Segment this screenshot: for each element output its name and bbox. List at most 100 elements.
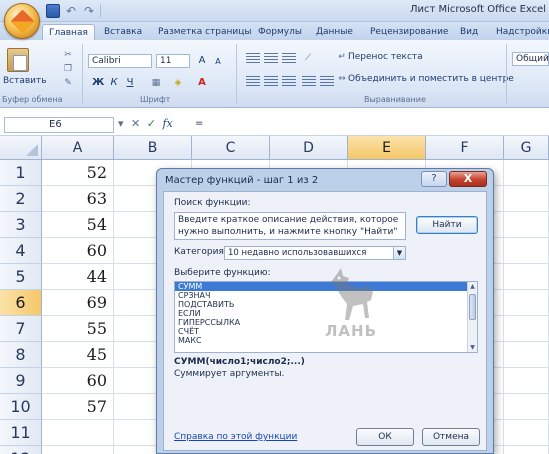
increase-indent-icon[interactable] [320,76,334,88]
merge-icon[interactable]: ⇔ [336,74,348,84]
scroll-down-icon[interactable]: ▼ [468,343,477,352]
font-color-button[interactable]: A [196,76,208,90]
row-header[interactable]: 9 [0,368,42,394]
save-icon[interactable] [46,4,60,18]
row-header[interactable]: 1 [0,160,42,186]
tab-review[interactable]: Рецензирование [364,24,454,40]
grow-font-button[interactable]: A [196,54,208,68]
paste-icon[interactable] [7,48,29,72]
align-left-icon[interactable] [246,76,260,88]
list-scrollbar[interactable]: ▲ ▼ [467,282,477,352]
cell-a[interactable]: 63 [42,186,114,212]
column-header-g[interactable]: G [504,136,549,160]
row-header[interactable]: 8 [0,342,42,368]
expand-icon[interactable]: ▾ [118,117,124,130]
wrap-text-button[interactable]: Перенос текста [348,52,423,62]
select-all-button[interactable] [0,136,42,160]
find-button[interactable]: Найти [416,216,478,234]
cell-a[interactable]: 69 [42,290,114,316]
category-select[interactable]: 10 недавно использовавшихся ▼ [224,246,406,260]
align-bottom-icon[interactable] [282,53,296,65]
align-right-icon[interactable] [282,76,296,88]
column-header-e[interactable]: E [348,136,426,160]
align-top-icon[interactable] [246,53,260,65]
row-header[interactable]: 3 [0,212,42,238]
ok-button[interactable]: ОК [356,428,414,446]
undo-icon[interactable]: ↶ [64,4,78,18]
function-help-link[interactable]: Справка по этой функции [174,432,297,442]
column-header-d[interactable]: D [270,136,348,160]
cell-a[interactable]: 45 [42,342,114,368]
row-header[interactable]: 6 [0,290,42,316]
cell-a[interactable]: 52 [42,160,114,186]
table-cell[interactable] [504,186,549,212]
cell-a[interactable] [42,446,114,454]
format-painter-icon[interactable]: ✎ [62,78,74,88]
column-header-b[interactable]: B [114,136,192,160]
table-cell[interactable] [504,420,549,446]
cancel-button[interactable]: Отмена [422,428,480,446]
office-button[interactable] [4,3,40,39]
name-box[interactable]: E6 [4,117,114,133]
align-middle-icon[interactable] [264,53,278,65]
row-header[interactable]: 11 [0,420,42,446]
tab-view[interactable]: Вид [454,24,484,40]
table-cell[interactable] [504,160,549,186]
cell-a[interactable]: 44 [42,264,114,290]
tab-insert[interactable]: Вставка [98,24,148,40]
table-cell[interactable] [504,264,549,290]
row-header[interactable]: 2 [0,186,42,212]
search-input[interactable]: Введите краткое описание действия, котор… [174,212,406,240]
cell-a[interactable]: 54 [42,212,114,238]
copy-icon[interactable]: ❐ [62,64,74,74]
borders-icon[interactable]: ▦ [150,78,162,88]
dialog-help-button[interactable]: ? [421,171,447,187]
shrink-font-button[interactable]: A [212,55,224,69]
formula-input[interactable]: = [195,118,203,129]
row-header[interactable]: 5 [0,264,42,290]
table-cell[interactable] [504,290,549,316]
cell-a[interactable] [42,420,114,446]
paste-button[interactable]: Вставить [3,76,47,86]
row-header[interactable]: 10 [0,394,42,420]
font-size-select[interactable]: 11 [156,54,190,68]
cancel-icon[interactable]: ✕ [131,117,140,130]
column-header-f[interactable]: F [426,136,504,160]
chevron-down-icon[interactable]: ▼ [393,247,405,259]
column-header-c[interactable]: C [192,136,270,160]
fill-color-icon[interactable]: ◈ [172,78,184,88]
table-cell[interactable] [504,394,549,420]
tab-data[interactable]: Данные [310,24,359,40]
merge-center-button[interactable]: Объединить и поместить в центре [348,74,514,84]
scroll-up-icon[interactable]: ▲ [468,282,477,291]
tab-formulas[interactable]: Формулы [252,24,308,40]
orientation-icon[interactable]: ⟋ [302,53,314,63]
underline-button[interactable]: Ч [124,76,136,90]
insert-function-icon[interactable]: fx [162,117,172,130]
tab-addins[interactable]: Надстройки [490,24,549,40]
enter-icon[interactable]: ✓ [147,117,156,130]
row-header[interactable]: 7 [0,316,42,342]
table-cell[interactable] [504,446,549,454]
cell-a[interactable]: 55 [42,316,114,342]
cell-a[interactable]: 60 [42,368,114,394]
table-cell[interactable] [504,316,549,342]
cell-a[interactable]: 57 [42,394,114,420]
row-header[interactable]: 12 [0,446,42,454]
bold-button[interactable]: Ж [92,76,104,90]
dialog-close-button[interactable]: X [449,171,487,187]
align-center-icon[interactable] [264,76,278,88]
table-cell[interactable] [504,368,549,394]
font-name-select[interactable]: Calibri [88,54,152,68]
italic-button[interactable]: К [108,76,120,90]
scroll-thumb[interactable] [469,294,476,320]
table-cell[interactable] [504,238,549,264]
cut-icon[interactable]: ✂ [62,50,74,60]
decrease-indent-icon[interactable] [302,76,316,88]
tab-home[interactable]: Главная [42,24,95,40]
number-format-select[interactable]: Общий [512,52,549,66]
column-header-a[interactable]: A [42,136,114,160]
table-cell[interactable] [504,212,549,238]
cell-a[interactable]: 60 [42,238,114,264]
wrap-text-icon[interactable]: ↵ [336,52,348,62]
